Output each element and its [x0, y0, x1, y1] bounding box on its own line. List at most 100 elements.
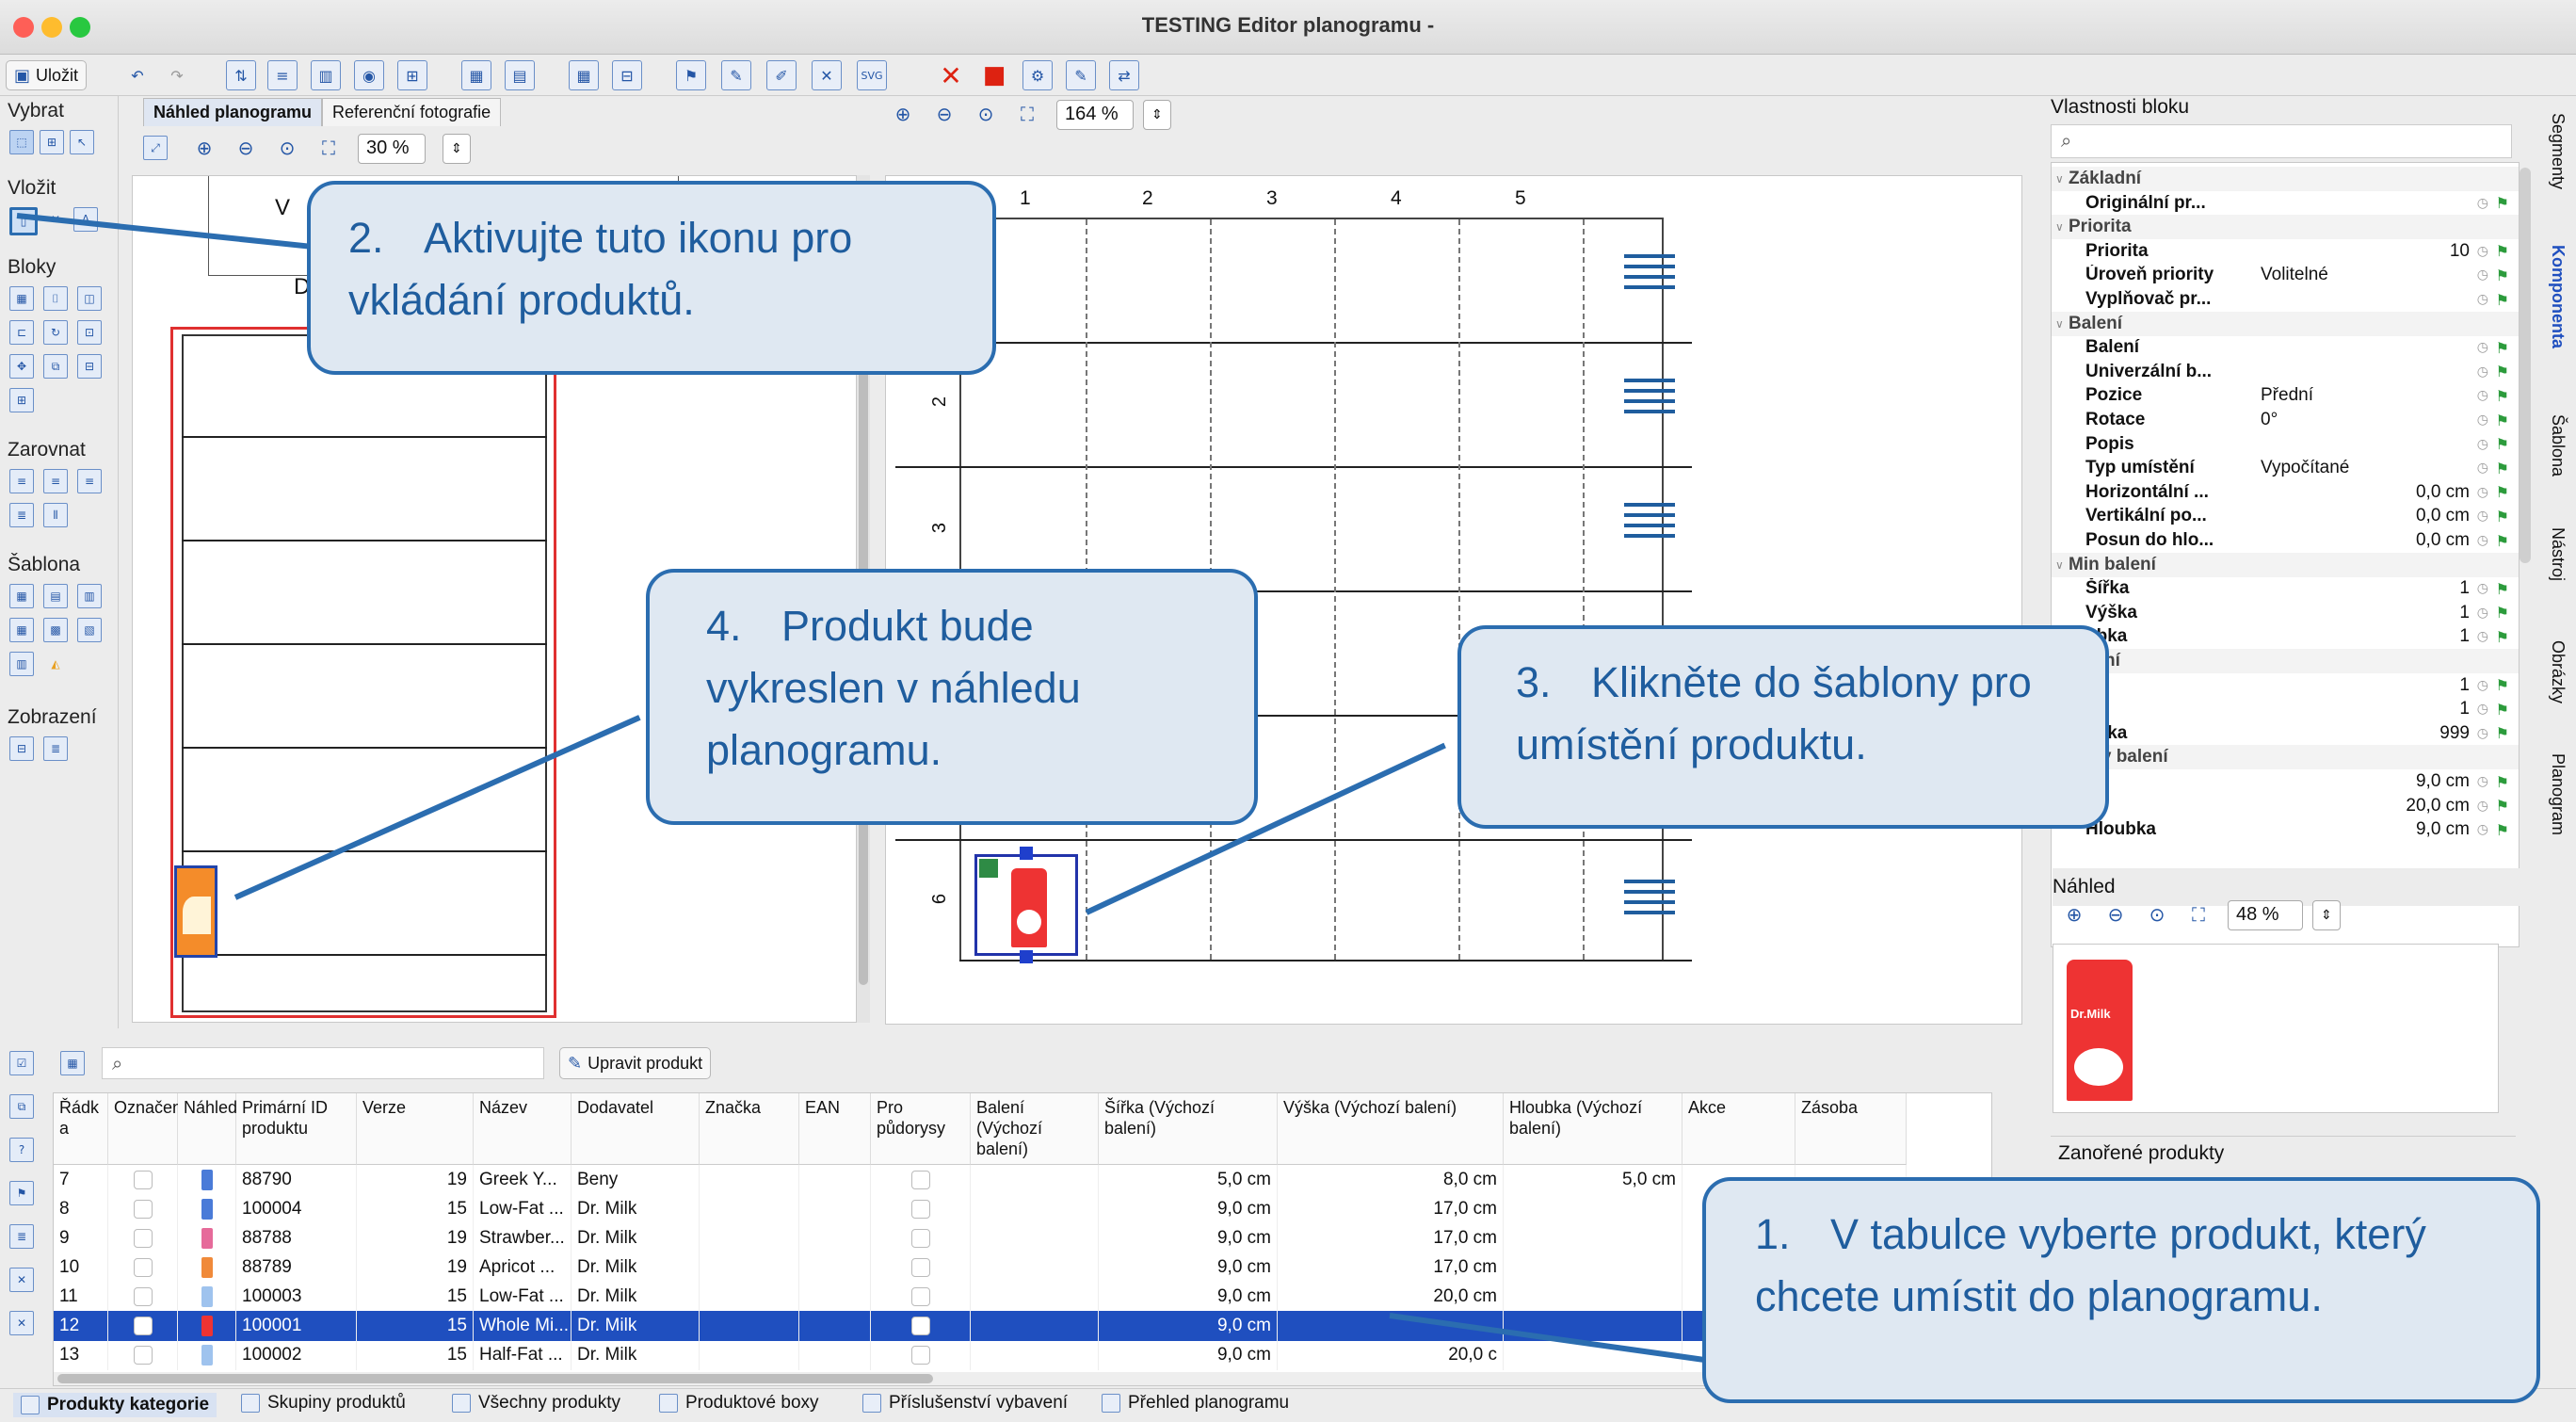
pin-icon[interactable]: ⚑ [2496, 604, 2509, 622]
inherit-icon[interactable]: ◷ [2477, 606, 2488, 621]
pin-icon[interactable]: ⚑ [2496, 532, 2509, 550]
property-row[interactable]: Šířka 1 ◷ ⚑ [2052, 576, 2519, 601]
floorplan-checkbox[interactable] [871, 1311, 971, 1341]
checkbox[interactable] [133, 1170, 153, 1189]
layout-icon[interactable]: ▦ [461, 60, 491, 90]
inherit-icon[interactable]: ◷ [2477, 678, 2488, 693]
property-row[interactable]: ka 1 ◷ ⚑ [2052, 697, 2519, 721]
pin-icon[interactable]: ⚑ [2496, 460, 2509, 477]
pin-icon[interactable]: ⚑ [2496, 628, 2509, 646]
grid-list-icon[interactable]: ≣ [9, 1224, 34, 1249]
marked-checkbox[interactable] [108, 1252, 178, 1283]
side-tab-component[interactable]: Komponenta [2548, 245, 2568, 348]
property-value-right[interactable]: 1 [2459, 626, 2470, 647]
column-header[interactable]: Náhled [178, 1093, 237, 1165]
column-header[interactable]: Název [474, 1093, 572, 1165]
properties-scrollbar[interactable] [2520, 168, 2531, 563]
floorplan-checkbox[interactable] [871, 1223, 971, 1253]
zoom-fit-icon[interactable]: ⛶ [316, 136, 341, 160]
column-header[interactable]: Označené [108, 1093, 191, 1165]
property-value-right[interactable]: 10 [2450, 241, 2470, 262]
inherit-icon[interactable]: ◷ [2477, 388, 2488, 403]
pin-icon[interactable]: ⚑ [2496, 412, 2509, 429]
checkbox[interactable] [910, 1257, 930, 1277]
shelf-properties-icon[interactable] [1624, 248, 1675, 296]
pin-icon[interactable]: ⚑ [2496, 363, 2509, 380]
zoom-out-icon[interactable]: ⊖ [233, 136, 258, 160]
checkbox[interactable] [133, 1199, 153, 1219]
block-rotate-icon[interactable]: ↻ [43, 320, 68, 345]
nahled-zoom-in-icon[interactable]: ⊕ [2062, 902, 2086, 927]
block-move-icon[interactable]: ✥ [9, 354, 34, 379]
select-pointer-icon[interactable]: ↖ [70, 130, 94, 154]
nahled-zoom-stepper[interactable]: ⇕ [2312, 900, 2341, 930]
template-icon-6[interactable]: ▧ [77, 618, 102, 642]
pin-icon[interactable]: ⚑ [2496, 339, 2509, 357]
property-value[interactable]: Volitelné [2261, 265, 2328, 285]
property-value-right[interactable]: 9,0 cm [2416, 771, 2470, 792]
inherit-icon[interactable]: ◷ [2477, 437, 2488, 452]
block-group-icon[interactable]: ⊟ [77, 354, 102, 379]
pin-icon[interactable]: ⚑ [2496, 387, 2509, 405]
property-row[interactable]: ka 20,0 cm ◷ ⚑ [2052, 794, 2519, 818]
property-row[interactable]: Popis ◷ ⚑ [2052, 432, 2519, 457]
excel-export-icon[interactable]: ✕ [812, 60, 842, 90]
shelf-properties-icon[interactable] [1624, 372, 1675, 420]
collapse-chevron-icon[interactable]: ∨ [2055, 558, 2064, 572]
resize-handle-top[interactable] [1020, 847, 1033, 860]
zoom-in-icon[interactable]: ⊕ [192, 136, 217, 160]
property-row[interactable]: a 1 ◷ ⚑ [2052, 673, 2519, 698]
preview-zoom-field[interactable]: 30 % [358, 134, 426, 164]
block-frame-icon[interactable]: ⊡ [77, 320, 102, 345]
grid-flag-icon[interactable]: ⚑ [9, 1181, 34, 1205]
side-tab-images[interactable]: Obrázky [2548, 640, 2568, 703]
bottom-tab[interactable]: Skupiny produktů [241, 1393, 406, 1414]
property-row[interactable]: Základní ∨ [2052, 167, 2519, 191]
property-value-right[interactable]: 1 [2459, 675, 2470, 696]
grid-help-icon[interactable]: ? [9, 1138, 34, 1162]
template-icon-3[interactable]: ▥ [77, 584, 102, 608]
align-left-icon[interactable]: ≡ [9, 469, 34, 493]
column-header[interactable]: Šířka (Výchozí balení) [1099, 1093, 1278, 1165]
select-tool-icon[interactable]: ⬚ [9, 130, 34, 154]
align-center-icon[interactable]: ≡ [43, 469, 68, 493]
side-tab-planogram[interactable]: Planogram [2548, 753, 2568, 835]
grid-icon[interactable]: ⊟ [612, 60, 642, 90]
property-row[interactable]: měry balení∨ [2052, 745, 2519, 770]
block-icon[interactable]: ▦ [9, 286, 34, 311]
bottom-tab[interactable]: Přehled planogramu [1102, 1393, 1289, 1414]
insert-product-icon[interactable]: ▯ [9, 207, 38, 235]
inherit-icon[interactable]: ◷ [2477, 629, 2488, 644]
pin-icon[interactable]: ⚑ [2496, 773, 2509, 791]
checkbox[interactable] [910, 1170, 930, 1189]
editor-zoom-in-icon[interactable]: ⊕ [891, 102, 915, 126]
property-row[interactable]: Výška 1 ◷ ⚑ [2052, 601, 2519, 625]
property-row[interactable]: Originální pr... ◷ ⚑ [2052, 191, 2519, 216]
template-warning-icon[interactable]: ◭ [43, 652, 68, 676]
flag-icon[interactable]: ⚑ [676, 60, 706, 90]
edit-product-button[interactable]: ✎ Upravit produkt [559, 1047, 712, 1079]
marked-checkbox[interactable] [108, 1223, 178, 1253]
property-row[interactable]: Vertikální po... 0,0 cm ◷ ⚑ [2052, 504, 2519, 528]
property-value-right[interactable]: 1 [2459, 578, 2470, 599]
nahled-zoom-field[interactable]: 48 % [2228, 900, 2303, 930]
column-header[interactable]: Řádk a [54, 1093, 108, 1165]
view-icon-2[interactable]: ≣ [43, 736, 68, 761]
pin-icon[interactable]: ⚑ [2496, 483, 2509, 501]
checkbox[interactable] [910, 1345, 930, 1365]
side-tab-tool[interactable]: Nástroj [2548, 527, 2568, 581]
preview-zoom-stepper[interactable]: ⇕ [443, 134, 471, 164]
column-header[interactable]: Verze [357, 1093, 474, 1165]
marked-checkbox[interactable] [108, 1340, 178, 1370]
side-tab-segments[interactable]: Segmenty [2548, 113, 2568, 189]
floorplan-checkbox[interactable] [871, 1252, 971, 1283]
pin-icon[interactable]: ⚑ [2496, 435, 2509, 453]
block-cube-icon[interactable]: ◫ [77, 286, 102, 311]
inherit-icon[interactable]: ◷ [2477, 581, 2488, 596]
floorplan-checkbox[interactable] [871, 1194, 971, 1224]
pin-icon[interactable]: ⚑ [2496, 580, 2509, 598]
pin-icon[interactable]: ⚑ [2496, 676, 2509, 694]
pin-icon[interactable]: ⚑ [2496, 797, 2509, 815]
property-value[interactable]: Vypočítané [2261, 458, 2349, 478]
camera-icon[interactable]: ◉ [354, 60, 384, 90]
